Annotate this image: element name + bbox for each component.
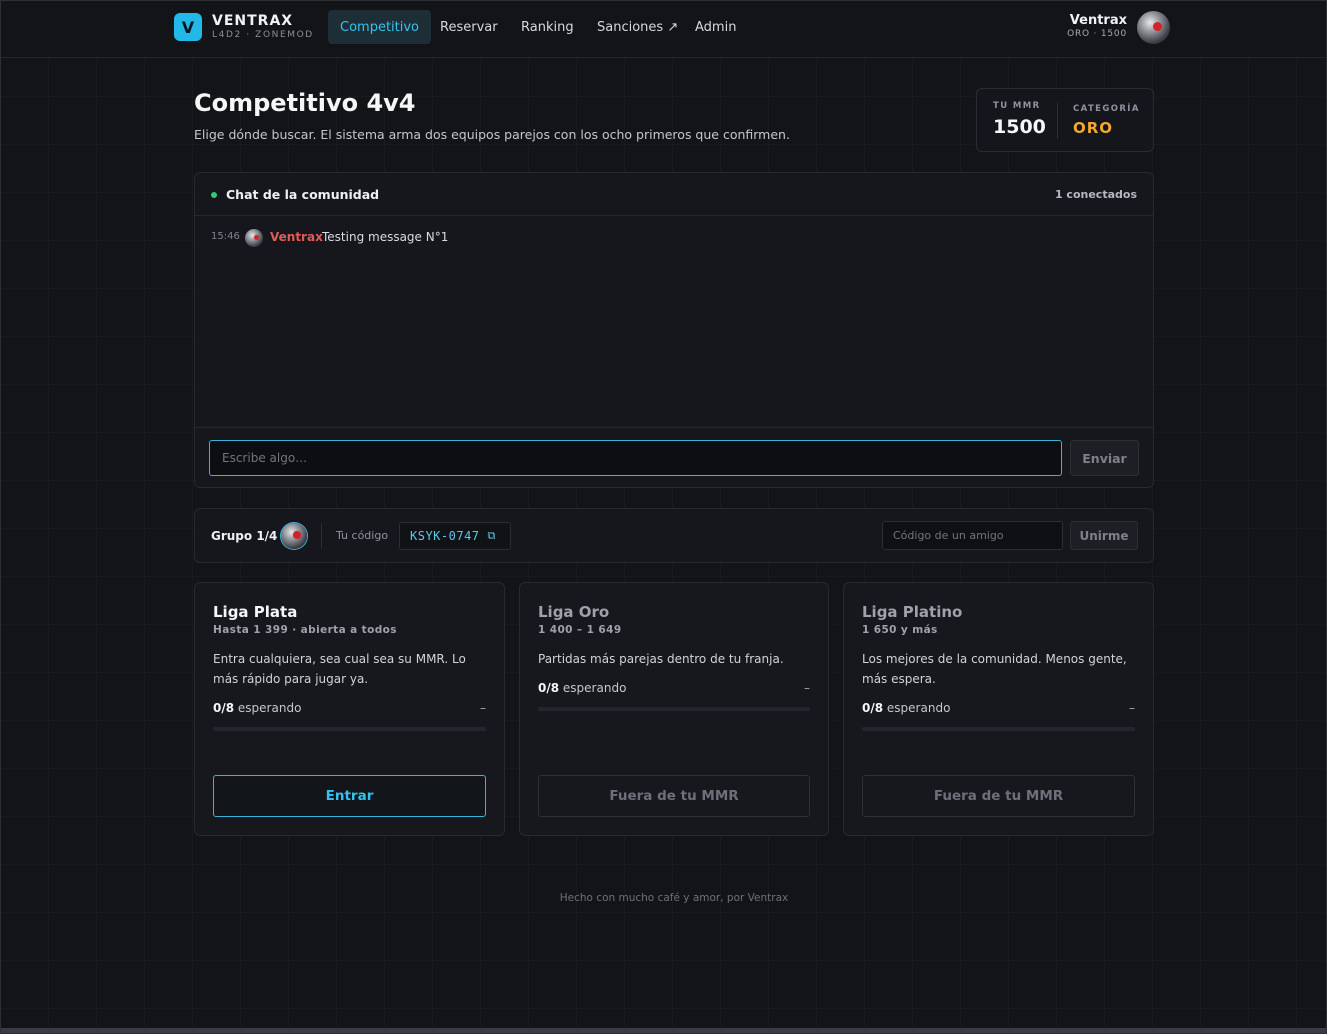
nav-item-admin[interactable]: Admin [683,10,748,44]
league-range: 1 650 y más [862,624,938,636]
page-title: Competitivo 4v4 [194,89,416,117]
brand-name[interactable]: VENTRAX [212,13,293,29]
community-chat: Chat de la comunidad 1 conectados 15:46 … [194,172,1154,488]
league-progress-bar [538,707,810,711]
mmr-value: 1500 [993,116,1046,138]
online-dot-icon [211,192,217,198]
message-time: 15:46 [211,231,240,242]
league-title: Liga Plata [213,603,298,621]
page-subtitle: Elige dónde buscar. El sistema arma dos … [194,127,790,142]
league-card-plata: Liga Plata Hasta 1 399 · abierta a todos… [194,582,505,836]
league-description: Entra cualquiera, sea cual sea su MMR. L… [213,652,466,686]
chat-title: Chat de la comunidad [226,187,380,202]
league-eta: – [1129,701,1135,715]
friend-code-input[interactable] [882,521,1063,550]
send-button[interactable]: Enviar [1070,440,1139,476]
league-eta: – [804,681,810,695]
league-waiting-label: esperando [886,701,951,715]
nav-item-ranking[interactable]: Ranking [509,10,586,44]
user-rank: ORO · 1500 [1067,29,1127,39]
footer-credit: Hecho con mucho café y amor, por Ventrax [559,892,789,904]
brand-subtitle: L4D2 · ZONEMOD [212,30,314,40]
nav-item-competitivo[interactable]: Competitivo [328,10,432,44]
group-member-avatar[interactable] [281,523,307,549]
out-of-range-button[interactable]: Fuera de tu MMR [538,775,810,817]
group-code[interactable]: KSYK-0747 ⧉ [399,522,511,550]
league-title: Liga Oro [538,603,610,621]
group-divider [321,523,322,549]
bottom-strip [0,1028,1327,1034]
league-card-platino: Liga Platino 1 650 y más Los mejores de … [843,582,1154,836]
league-progress-bar [213,727,486,731]
league-description: Los mejores de la comunidad. Menos gente… [862,652,1127,686]
join-button[interactable]: Unirme [1070,521,1138,550]
message-text: Testing message N°1 [322,230,449,244]
league-count: 0/8 [538,681,560,695]
mmr-divider [1057,103,1058,139]
league-range: 1 400 – 1 649 [538,624,622,636]
league-description: Partidas más parejas dentro de tu franja… [538,652,784,666]
league-eta: – [480,701,486,715]
group-bar: Grupo 1/4 Tu código KSYK-0747 ⧉ Unirme [194,508,1154,563]
user-name[interactable]: Ventrax [1070,13,1127,28]
copy-icon[interactable]: ⧉ [488,529,496,543]
nav-item-reservar[interactable]: Reservar [428,10,510,44]
category-label: CATEGORÍA [1073,104,1140,114]
league-range: Hasta 1 399 · abierta a todos [213,624,397,636]
message-author[interactable]: Ventrax [270,230,323,244]
user-avatar[interactable] [1137,11,1170,44]
league-count: 0/8 [213,701,235,715]
league-waiting: 0/8 esperando [213,701,301,715]
league-card-oro: Liga Oro 1 400 – 1 649 Partidas más pare… [519,582,829,836]
chat-header: Chat de la comunidad 1 conectados [195,173,1153,216]
chat-composer: Enviar [195,427,1153,488]
league-waiting-label: esperando [237,701,302,715]
league-title: Liga Platino [862,603,963,621]
league-progress-bar [862,727,1135,731]
brand-logo[interactable]: V [174,13,202,41]
chat-input[interactable] [209,440,1062,476]
mmr-label: TU MMR [993,101,1041,111]
league-waiting: 0/8 esperando [538,681,626,695]
league-count: 0/8 [862,701,884,715]
top-navbar: V VENTRAX L4D2 · ZONEMOD Competitivo Res… [0,0,1327,58]
league-waiting-label: esperando [562,681,627,695]
message-avatar[interactable] [245,229,263,247]
league-waiting: 0/8 esperando [862,701,950,715]
nav-item-sanciones[interactable]: Sanciones ↗ [585,10,690,44]
code-label: Tu código [336,529,389,542]
out-of-range-button[interactable]: Fuera de tu MMR [862,775,1135,817]
enter-league-button[interactable]: Entrar [213,775,486,817]
mmr-card: TU MMR 1500 CATEGORÍA ORO [976,88,1154,152]
chat-online-count: 1 conectados [1054,188,1137,201]
group-code-value: KSYK-0747 [410,529,480,543]
group-label: Grupo 1/4 [211,529,278,543]
category-value: ORO [1073,119,1114,137]
